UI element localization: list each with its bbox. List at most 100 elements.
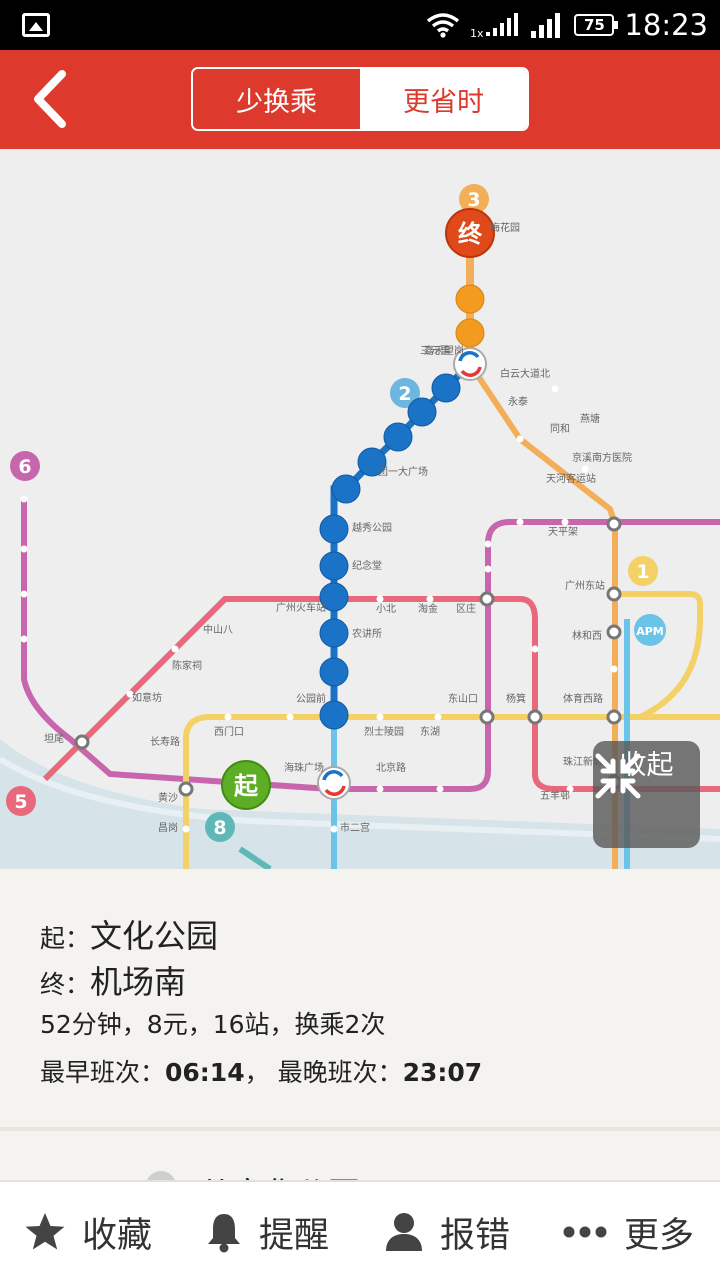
- back-arrow-icon[interactable]: [22, 68, 82, 130]
- service-times: 最早班次：06:14， 最晚班次：23:07: [40, 1053, 720, 1089]
- end-row: 终： 机场南: [40, 957, 720, 1003]
- wifi-icon: [427, 13, 460, 38]
- station-label: 东湖: [420, 725, 440, 738]
- route-info-panel: 起： 文化公园 终： 机场南 52分钟，8元，16站，换乘2次 最早班次：06:…: [0, 869, 720, 1127]
- step-text: 从文化公园: [200, 1169, 360, 1180]
- line-badge-6-label: 6: [18, 456, 31, 478]
- collapse-map-button[interactable]: 收起: [593, 741, 700, 848]
- line-badge-apm: APM: [634, 614, 666, 646]
- start-marker: 起: [221, 760, 271, 810]
- start-marker-label: 起: [233, 772, 259, 800]
- signal-icon: [531, 13, 561, 38]
- favorite-label: 收藏: [82, 1215, 153, 1256]
- route-mode-segmented-control: 少换乘 更省时: [191, 67, 529, 131]
- line-badge-8-label: 8: [213, 817, 226, 839]
- station-label: 白云大道北: [500, 367, 550, 380]
- station-label: 越秀公园: [352, 521, 392, 534]
- station-label: 长寿路: [150, 735, 180, 748]
- station-label: 林和西: [572, 629, 602, 642]
- start-label: 起：: [40, 924, 91, 953]
- image-icon: [22, 13, 50, 37]
- line-badge-1: 1: [628, 556, 658, 586]
- station-label: 西门口: [214, 725, 244, 738]
- line-badge-2-label: 2: [398, 383, 411, 405]
- line-badge-5: 5: [6, 786, 36, 816]
- station-label: 燕塘: [580, 412, 600, 425]
- tab-faster[interactable]: 更省时: [360, 69, 527, 129]
- route-summary: 52分钟，8元，16站，换乘2次: [40, 1010, 386, 1039]
- station-label: 嘉禾望岗: [424, 344, 464, 357]
- end-label: 终：: [40, 970, 91, 999]
- station-label: 区庄: [456, 602, 476, 615]
- station-label: 陈家祠: [172, 659, 202, 672]
- line-badge-apm-label: APM: [636, 625, 664, 638]
- latest-label: 最晚班次：: [277, 1058, 403, 1087]
- station-label: 北京路: [376, 761, 406, 774]
- route-line: [330, 361, 473, 715]
- remind-button[interactable]: 提醒: [205, 1182, 329, 1280]
- station-label: 天河客运站: [546, 472, 596, 485]
- station-label: 公园前: [296, 692, 326, 705]
- station-label: 天平架: [548, 526, 578, 538]
- station-label: 五羊邨: [540, 789, 570, 802]
- station-label: 市二宫: [340, 821, 370, 834]
- report-error-button[interactable]: 报错: [384, 1182, 510, 1280]
- earliest-time: 06:14: [165, 1058, 245, 1087]
- metro-map[interactable]: 3 2 6 1 5 8 APM 终 起 广州火车站 公园前 东山口 杨箕 体育西…: [0, 149, 720, 869]
- station-label: 如意坊: [132, 691, 162, 704]
- station-label: 淘金: [418, 602, 438, 615]
- station-label: 中山八: [203, 623, 233, 636]
- station-label: 烈士陵园: [364, 725, 404, 738]
- clock: 18:23: [624, 8, 708, 42]
- station-label: 海珠广场: [284, 761, 324, 774]
- favorite-button[interactable]: 收藏: [24, 1182, 152, 1280]
- more-icon: [563, 1226, 607, 1238]
- station-label: 团一大广场: [378, 465, 428, 478]
- line-badge-3-label: 3: [467, 189, 480, 211]
- more-button[interactable]: 更多: [562, 1182, 694, 1280]
- interchange-nodes: [74, 516, 622, 797]
- report-error-label: 报错: [440, 1215, 511, 1256]
- line-badge-5-label: 5: [14, 791, 27, 813]
- station-label: 黄沙: [158, 791, 178, 804]
- time-separator: ，: [244, 1058, 270, 1087]
- station-label: 广州东站: [565, 579, 605, 592]
- end-station-name: 机场南: [90, 963, 187, 1001]
- start-row: 起： 文化公园: [40, 911, 720, 957]
- start-station-name: 文化公园: [90, 917, 219, 955]
- tab-fewer-transfers[interactable]: 少换乘: [193, 69, 360, 129]
- step-dot-icon: [146, 1171, 176, 1180]
- header-bar: 少换乘 更省时: [0, 50, 720, 149]
- signal-1x-icon: 1x: [470, 13, 519, 40]
- more-label: 更多: [624, 1215, 695, 1256]
- station-label: 昌岗: [158, 822, 178, 834]
- earliest-label: 最早班次：: [40, 1058, 166, 1087]
- collapse-icon: [595, 753, 641, 799]
- station-label: 坦尾: [44, 732, 64, 745]
- line-badge-6: 6: [10, 451, 40, 481]
- user-icon: [386, 1213, 422, 1251]
- station-label: 京溪南方医院: [572, 451, 632, 464]
- battery-icon: 75: [574, 14, 619, 36]
- star-icon: [25, 1213, 65, 1250]
- station-label: 梅花园: [490, 221, 520, 234]
- station-label: 东山口: [448, 692, 478, 705]
- station-label: 杨箕: [506, 692, 526, 705]
- latest-time: 23:07: [402, 1058, 483, 1087]
- station-label: 小北: [376, 603, 396, 615]
- end-marker-label: 终: [458, 220, 483, 248]
- line-badge-1-label: 1: [636, 561, 649, 583]
- remind-label: 提醒: [259, 1215, 330, 1256]
- station-label: 广州火车站: [276, 601, 326, 614]
- station-label: 永泰: [508, 395, 528, 408]
- station-label: 体育西路: [563, 692, 603, 705]
- status-bar: 1x 75 18:23: [0, 0, 720, 50]
- route-step-list[interactable]: 从文化公园: [0, 1131, 720, 1180]
- svg-text:1x: 1x: [470, 27, 484, 40]
- bottom-toolbar: 收藏 提醒 报错 更多: [0, 1180, 720, 1280]
- station-label: 农讲所: [352, 627, 382, 640]
- line-badge-8: 8: [205, 812, 235, 842]
- end-marker: 终: [445, 208, 495, 258]
- station-label: 纪念堂: [352, 559, 382, 572]
- station-label: 同和: [550, 423, 570, 435]
